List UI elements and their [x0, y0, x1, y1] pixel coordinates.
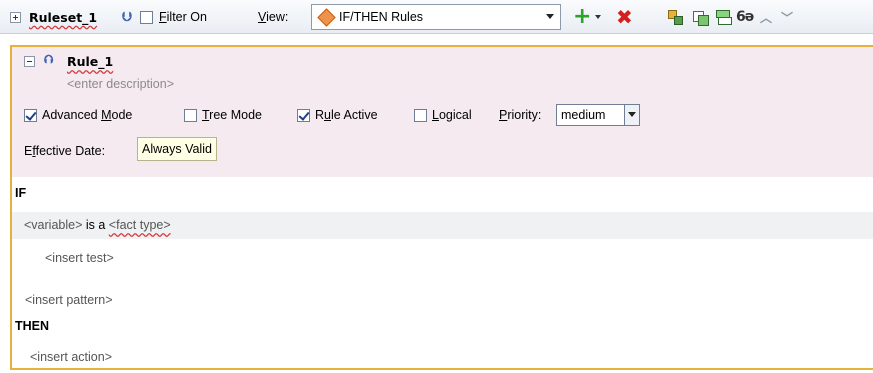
tree-icon[interactable]: [667, 9, 683, 25]
rule-collapse-toggle[interactable]: [24, 56, 35, 67]
diamond-rule-icon: [317, 7, 336, 27]
move-up-icon[interactable]: ︿: [760, 9, 772, 26]
view-dropdown[interactable]: IF/THEN Rules: [311, 4, 561, 30]
insert-test[interactable]: <insert test>: [45, 251, 114, 265]
rule-active-checkbox[interactable]: Rule Active: [297, 108, 378, 122]
chevron-down-icon[interactable]: [624, 105, 639, 125]
double-chevron-icon[interactable]: ⮋: [122, 11, 132, 24]
move-down-icon[interactable]: ﹀: [781, 9, 793, 26]
glasses-icon[interactable]: 6ə: [736, 9, 754, 25]
priority-value: medium: [561, 108, 606, 122]
copy-icon[interactable]: [692, 9, 709, 26]
then-keyword: THEN: [15, 319, 50, 333]
if-keyword: IF: [15, 186, 27, 200]
effective-date-value: Always Valid: [142, 142, 212, 156]
tree-mode-check[interactable]: [184, 108, 197, 122]
tree-mode-checkbox[interactable]: Tree Mode: [184, 108, 262, 122]
effective-date-field[interactable]: Always Valid: [137, 137, 217, 161]
chevron-down-icon[interactable]: [546, 14, 554, 19]
advanced-mode-label: Advanced Mode: [42, 108, 133, 122]
insert-action[interactable]: <insert action>: [30, 350, 112, 364]
ruleset-toolbar: Ruleset_1 ⮋ Filter On View: IF/THEN Rule…: [0, 0, 873, 34]
priority-dropdown[interactable]: medium: [556, 104, 640, 126]
double-chevron-up-icon[interactable]: ⮉: [44, 53, 53, 65]
rule-active-label: Rule Active: [315, 108, 378, 122]
logical-check[interactable]: [414, 108, 427, 122]
pattern-row[interactable]: <variable> is a <fact type>: [12, 212, 873, 239]
advanced-mode-check[interactable]: [24, 108, 37, 122]
paste-icon[interactable]: [715, 9, 732, 25]
insert-pattern[interactable]: <insert pattern>: [25, 293, 113, 307]
rule-body-panel: [10, 177, 873, 370]
rule-active-check[interactable]: [297, 108, 310, 122]
view-label: View:: [258, 10, 289, 24]
add-menu-arrow-icon[interactable]: [595, 15, 602, 19]
priority-label: Priority:: [499, 108, 542, 122]
rule-description[interactable]: <enter description>: [67, 77, 174, 91]
collapse-icon[interactable]: [24, 56, 35, 67]
pattern-variable[interactable]: <variable>: [24, 218, 82, 232]
effective-date-label: Effective Date:: [24, 144, 106, 158]
add-icon[interactable]: +: [573, 6, 591, 28]
filter-on-check[interactable]: [140, 10, 153, 24]
pattern-fact-type[interactable]: <fact type>: [109, 218, 171, 232]
rule-name[interactable]: Rule_1: [67, 54, 113, 69]
pattern-is-a: is a: [85, 218, 106, 232]
filter-on-label: Filter On: [159, 10, 207, 24]
delete-rule-button[interactable]: ✖: [616, 0, 633, 34]
logical-checkbox[interactable]: Logical: [414, 108, 472, 122]
filter-on-checkbox[interactable]: Filter On: [140, 0, 207, 34]
logical-label: Logical: [432, 108, 472, 122]
view-dropdown-value: IF/THEN Rules: [339, 10, 424, 24]
tree-mode-label: Tree Mode: [202, 108, 262, 122]
ruleset-name[interactable]: Ruleset_1: [29, 10, 97, 25]
expand-icon[interactable]: [10, 11, 21, 23]
ruleset-expand-toggle[interactable]: [10, 0, 21, 34]
delete-icon[interactable]: ✖: [616, 7, 633, 27]
add-rule-button[interactable]: +: [573, 0, 602, 34]
advanced-mode-checkbox[interactable]: Advanced Mode: [24, 108, 132, 122]
rule-header-panel: ⮉ Rule_1 <enter description> Advanced Mo…: [10, 45, 873, 177]
